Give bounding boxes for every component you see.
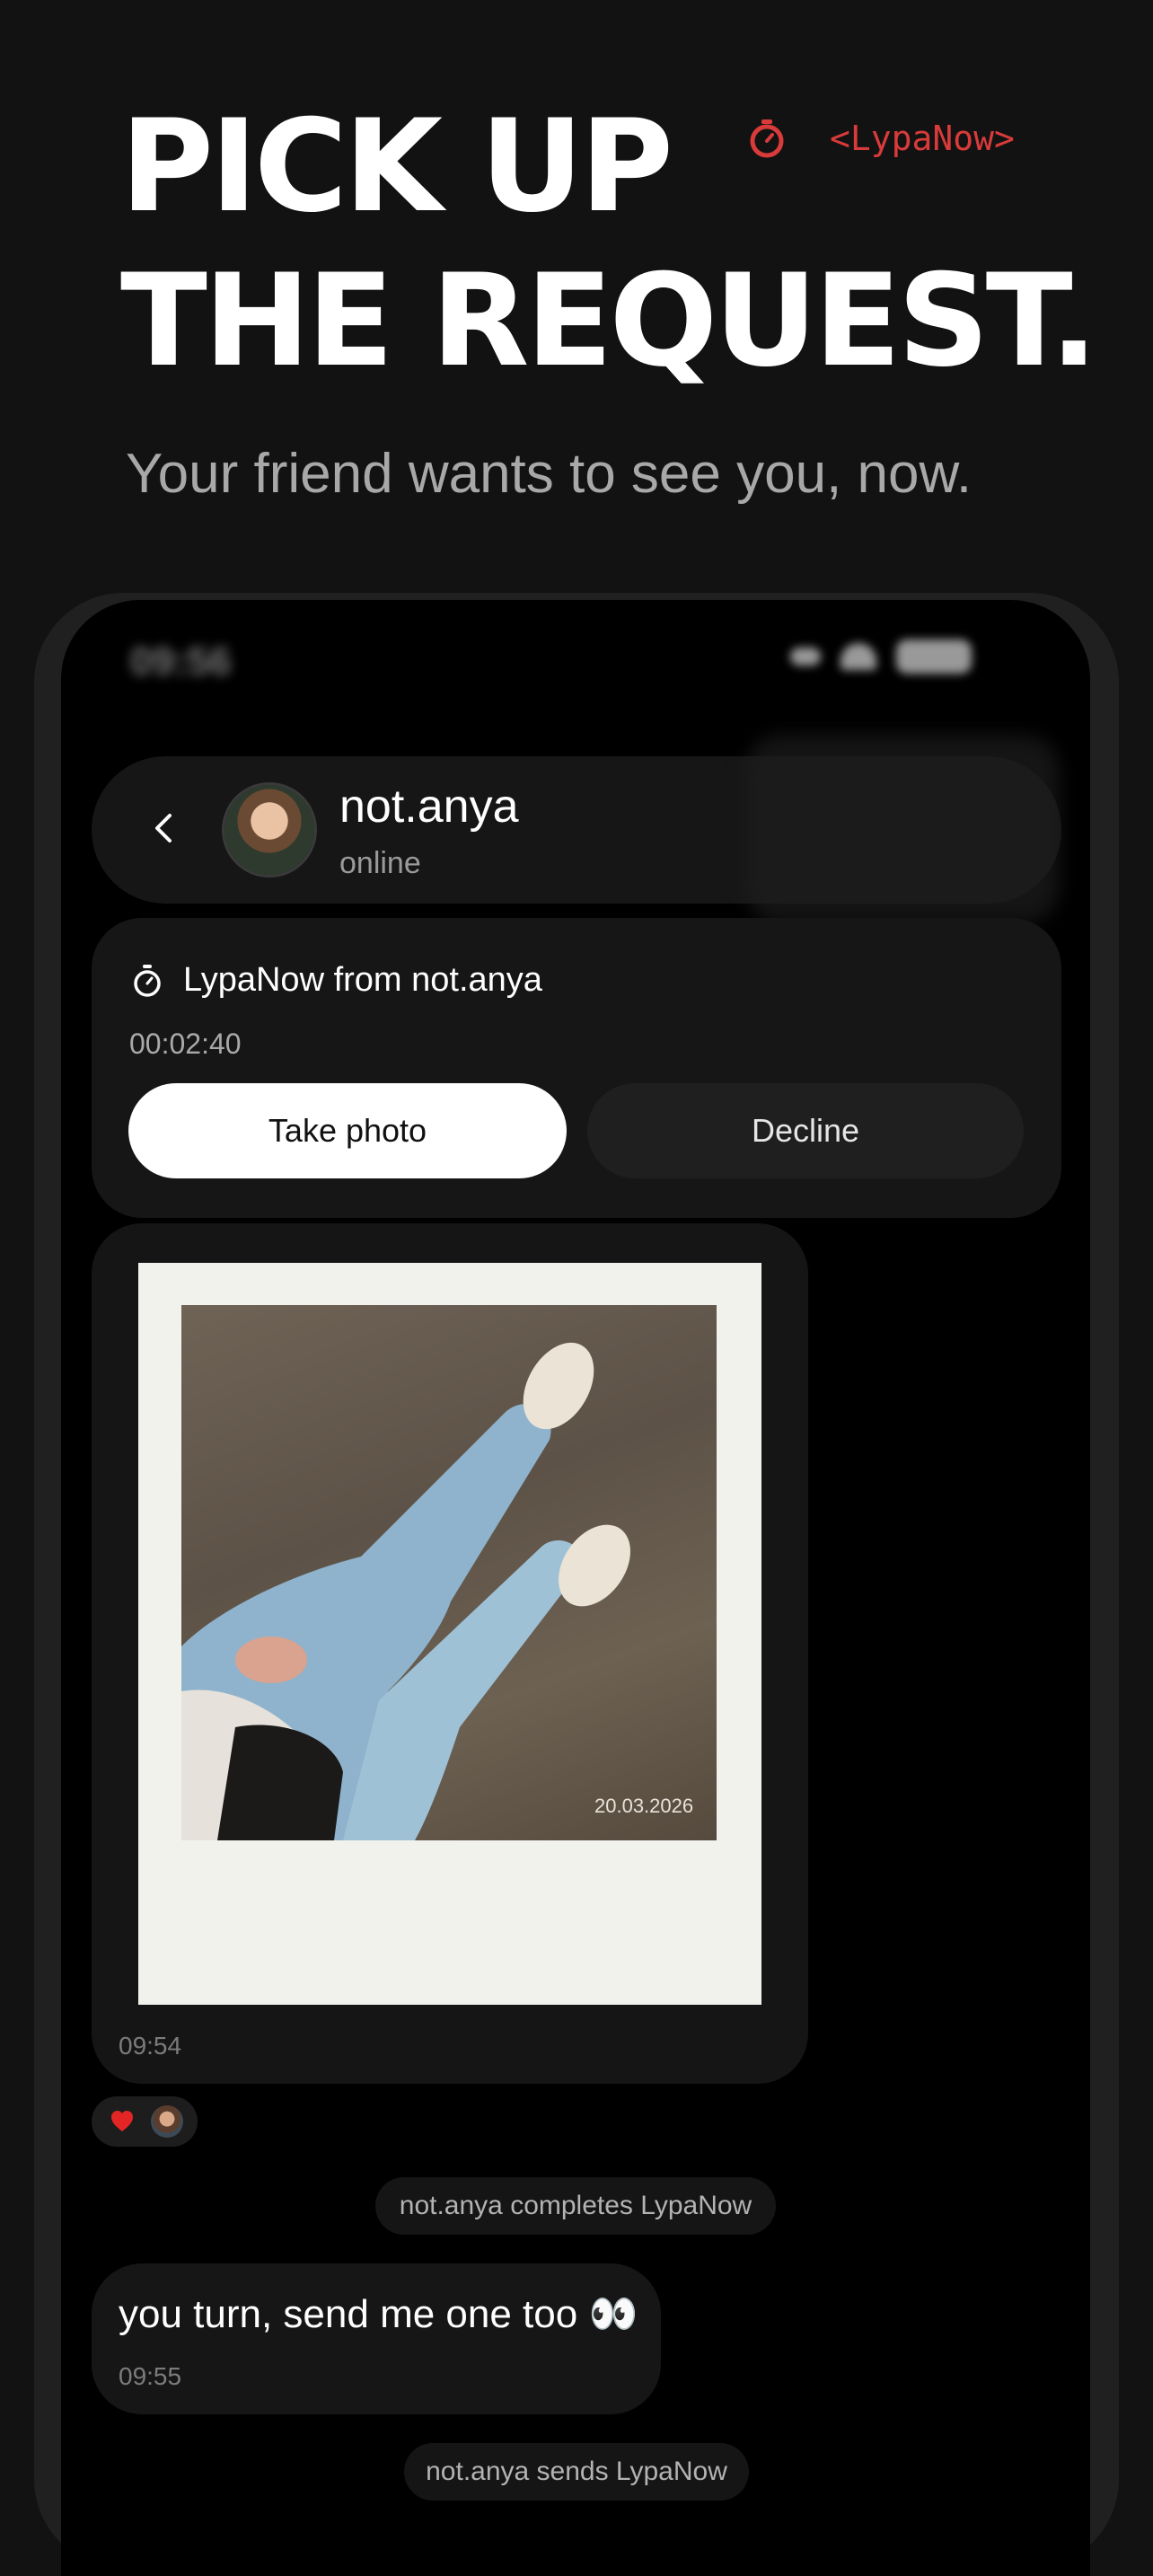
battery-icon xyxy=(896,640,972,674)
decline-button[interactable]: Decline xyxy=(587,1083,1024,1178)
take-photo-button[interactable]: Take photo xyxy=(128,1083,567,1178)
message-reaction[interactable] xyxy=(92,2096,198,2147)
message-time: 09:55 xyxy=(119,2362,182,2390)
promo-title-line-1: PICK UP xyxy=(120,93,673,241)
brand-logo: <LypaNow> xyxy=(745,117,1015,160)
photo-message-time: 09:54 xyxy=(119,2032,182,2060)
stopwatch-icon xyxy=(750,119,784,158)
request-countdown: 00:02:40 xyxy=(129,1028,242,1060)
photo-content xyxy=(181,1342,630,1840)
stopwatch-icon xyxy=(134,965,161,997)
wifi-icon xyxy=(841,643,876,670)
request-title: LypaNow from not.anya xyxy=(183,961,542,999)
contact-name[interactable]: not.anya xyxy=(339,780,519,834)
system-message: not.anya sends LypaNow xyxy=(404,2443,749,2501)
reactor-avatar xyxy=(151,2105,183,2138)
promo-title-line-2: THE REQUEST. xyxy=(120,247,1098,395)
header-blur-overlay xyxy=(745,735,1060,923)
message-text: you turn, send me one too 👀 xyxy=(119,2292,638,2336)
brand-name: <LypaNow> xyxy=(830,119,1015,158)
text-message-bubble[interactable] xyxy=(92,2263,661,2414)
contact-avatar[interactable] xyxy=(224,785,314,875)
message-photo[interactable] xyxy=(181,1305,717,1840)
status-bar-icons xyxy=(790,640,972,674)
promo-subtitle: Your friend wants to see you, now. xyxy=(126,443,973,505)
photo-date-stamp: 20.03.2026 xyxy=(594,1795,694,1817)
back-button[interactable] xyxy=(144,808,183,848)
chevron-left-icon xyxy=(155,814,172,842)
contact-status: online xyxy=(339,846,421,880)
airplane-icon xyxy=(790,648,821,666)
status-bar-time: 09:56 xyxy=(130,640,232,684)
heart-icon xyxy=(111,2111,133,2131)
system-message: not.anya completes LypaNow xyxy=(375,2177,776,2235)
